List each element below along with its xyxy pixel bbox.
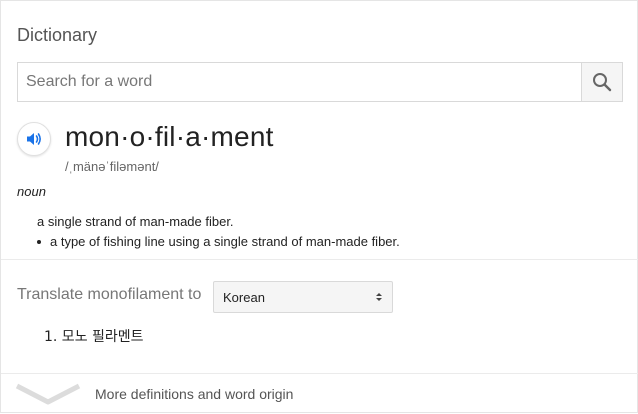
bullet-icon: [37, 239, 41, 244]
search-input[interactable]: [18, 63, 581, 101]
sub-definition: a type of fishing line using a single st…: [37, 234, 400, 249]
definition: a single strand of man-made fiber.: [37, 214, 234, 229]
language-select[interactable]: Korean: [213, 281, 393, 313]
headword: mon·o·fil·a·ment: [65, 121, 274, 152]
phonetic-spelling: /ˌmänəˈfiləmənt/: [65, 159, 159, 174]
search-button[interactable]: [581, 63, 622, 101]
search-box: [17, 62, 623, 102]
chevron-down-icon: [15, 383, 81, 405]
dictionary-card: Dictionary mon·o·fil·a·ment /ˌmänəˈfiləm…: [0, 0, 638, 413]
pronounce-button[interactable]: [17, 122, 51, 156]
more-definitions-link[interactable]: More definitions and word origin: [1, 374, 638, 414]
selected-language: Korean: [223, 289, 265, 305]
section-divider: [1, 259, 638, 260]
part-of-speech: noun: [17, 184, 46, 199]
select-arrows-icon: [376, 293, 382, 301]
translate-label: Translate monofilament to: [17, 286, 202, 303]
search-icon: [593, 73, 612, 92]
sub-definition-text: a type of fishing line using a single st…: [50, 234, 400, 249]
card-title: Dictionary: [17, 25, 98, 45]
more-definitions-label: More definitions and word origin: [95, 386, 294, 402]
translation-result: 1. 모노 필라멘트: [44, 329, 144, 345]
speaker-icon: [27, 133, 41, 145]
